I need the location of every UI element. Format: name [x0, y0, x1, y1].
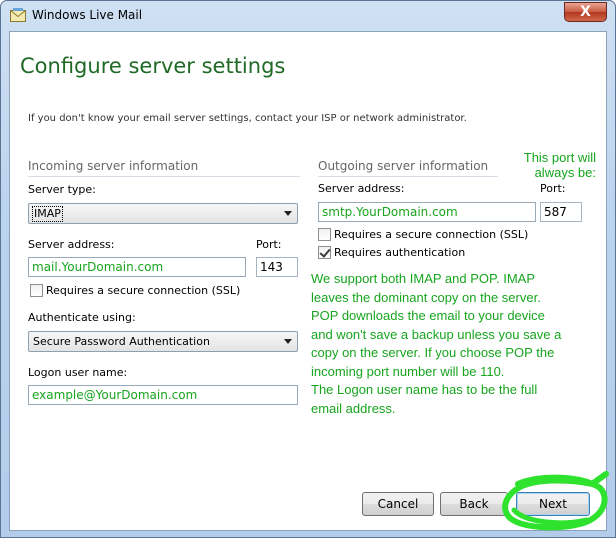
window-title: Windows Live Mail [32, 8, 143, 22]
next-highlight-scribble [502, 471, 609, 531]
annotation-line: POP downloads the email to your device [311, 308, 545, 323]
title-bar[interactable]: Windows Live Mail X [1, 1, 615, 31]
page-title: Configure server settings [20, 54, 286, 78]
incoming-server-address-label: Server address: [28, 238, 115, 251]
chevron-down-icon [284, 339, 292, 344]
annotation-line: email address. [311, 400, 396, 416]
server-type-value: IMAP [32, 206, 63, 222]
chevron-down-icon [284, 211, 292, 216]
server-type-select[interactable]: IMAP [28, 203, 298, 224]
incoming-heading: Incoming server information [28, 159, 199, 173]
outgoing-ssl-label: Requires a secure connection (SSL) [334, 228, 529, 241]
cancel-button[interactable]: Cancel [362, 492, 434, 516]
logon-user-name-label: Logon user name: [28, 366, 128, 379]
incoming-port-input[interactable]: 143 [256, 257, 298, 277]
outgoing-port-input[interactable]: 587 [540, 202, 582, 222]
annotation-line: copy on the server. If you choose POP th… [311, 345, 555, 360]
outgoing-divider [318, 176, 498, 177]
incoming-port-label: Port: [256, 238, 282, 251]
outgoing-server-address-label: Server address: [318, 182, 405, 195]
annotation-line: incoming port number will be 110. [311, 363, 505, 379]
requires-authentication-label: Requires authentication [334, 246, 466, 259]
outgoing-port-label: Port: [540, 182, 566, 195]
outgoing-heading: Outgoing server information [318, 159, 489, 173]
incoming-ssl-label: Requires a secure connection (SSL) [46, 284, 241, 297]
annotation-line: We support both IMAP and POP. IMAP [311, 271, 536, 286]
port-note: This port will always be: [523, 150, 596, 180]
authenticate-using-value: Secure Password Authentication [33, 335, 210, 348]
authenticate-using-label: Authenticate using: [28, 311, 136, 324]
annotation-line: The Logon user name has to be the full [311, 382, 538, 397]
incoming-ssl-checkbox[interactable] [30, 284, 43, 297]
outgoing-server-address-input[interactable]: smtp.YourDomain.com [318, 202, 536, 222]
close-button[interactable]: X [564, 2, 607, 22]
annotation-line: and won't save a backup unless you save … [311, 326, 562, 342]
annotation-line: leaves the dominant copy on the server. [311, 289, 541, 305]
authenticate-using-select[interactable]: Secure Password Authentication [28, 331, 298, 352]
outgoing-ssl-checkbox[interactable] [318, 228, 331, 241]
page-subtitle: If you don't know your email server sett… [28, 113, 467, 124]
mail-app-icon [10, 8, 26, 22]
logon-user-name-input[interactable]: example@YourDomain.com [28, 385, 298, 405]
incoming-divider [28, 176, 300, 177]
annotation-note: We support both IMAP and POP. IMAP leave… [311, 270, 601, 418]
requires-authentication-checkbox[interactable] [318, 246, 331, 259]
incoming-server-address-input[interactable]: mail.YourDomain.com [28, 257, 246, 277]
back-button[interactable]: Back [440, 492, 508, 516]
server-type-label: Server type: [28, 183, 96, 196]
